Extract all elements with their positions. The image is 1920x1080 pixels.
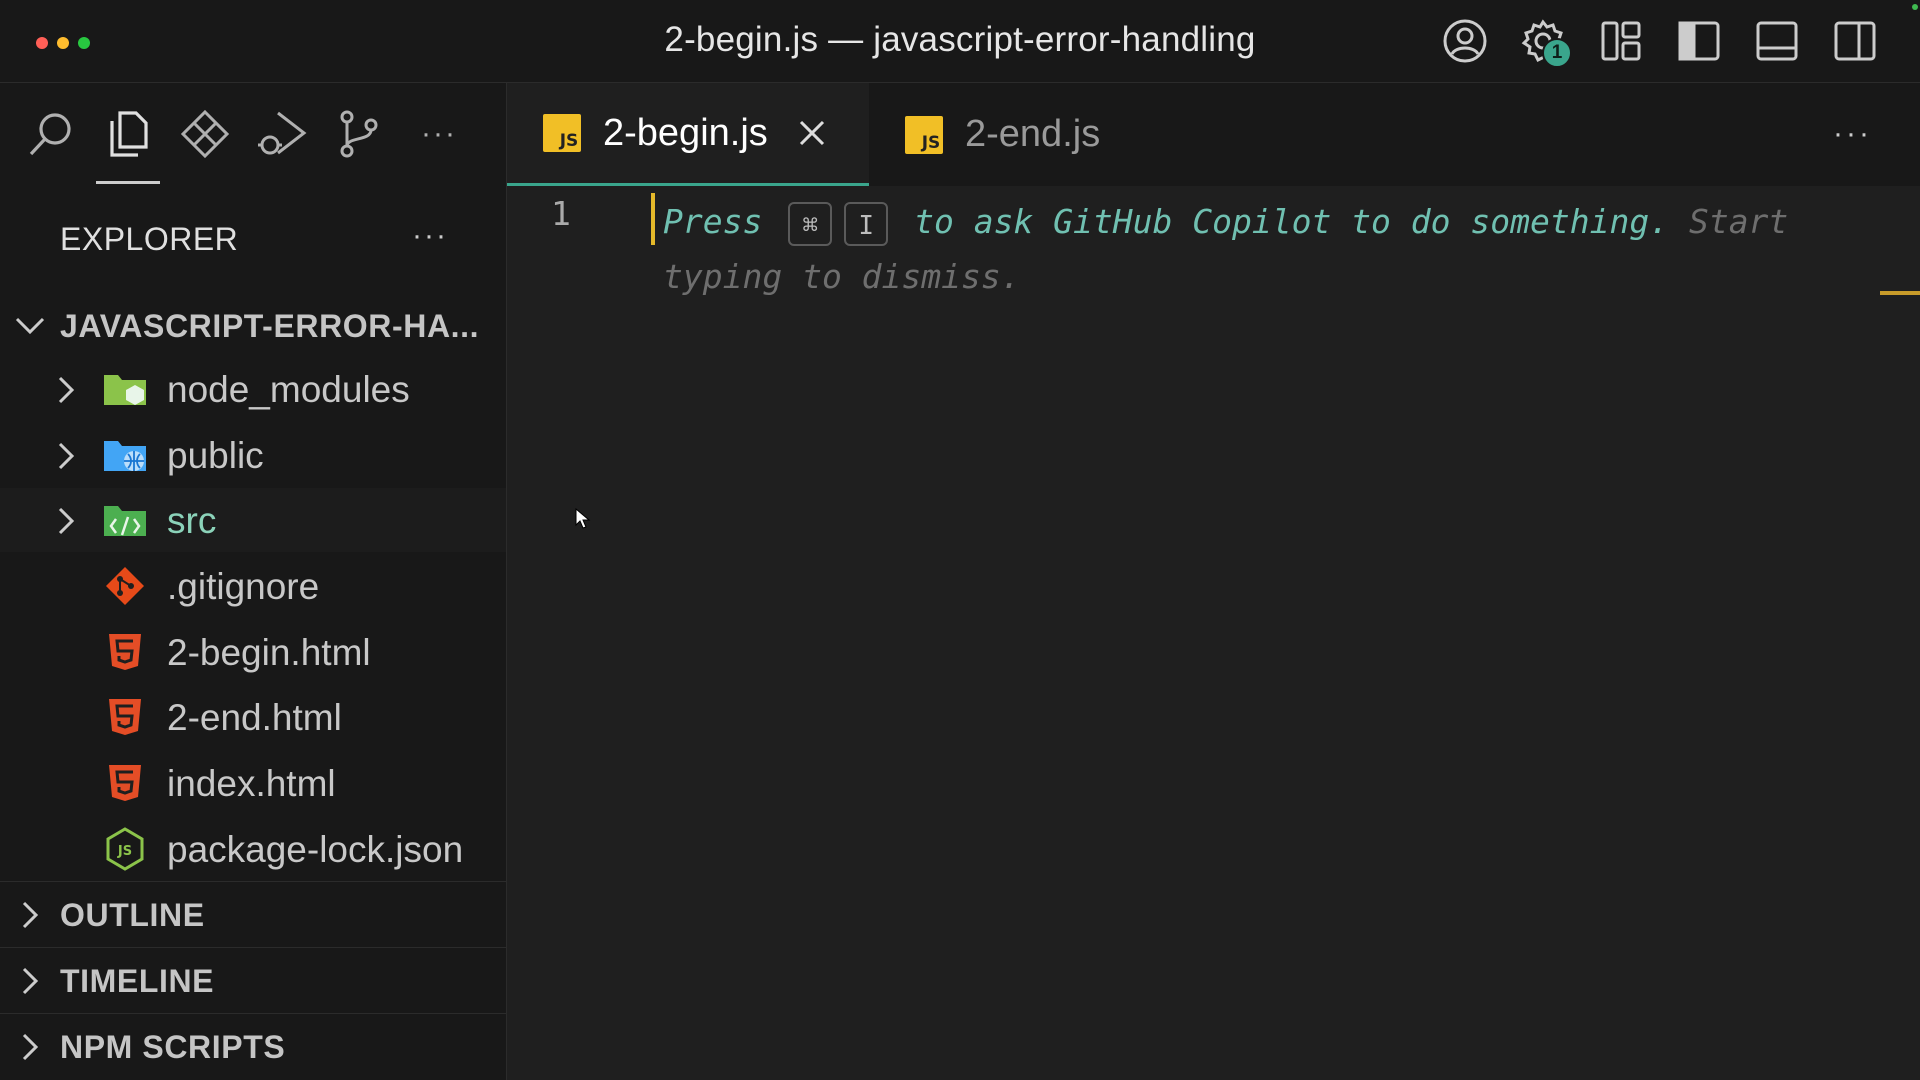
close-icon[interactable] bbox=[796, 117, 828, 149]
sidebar-right-icon bbox=[1834, 21, 1876, 61]
toggle-panel-button[interactable] bbox=[1752, 16, 1802, 66]
html-icon bbox=[109, 699, 141, 735]
chevron-right-icon bbox=[22, 901, 39, 929]
extensions-icon bbox=[180, 109, 230, 159]
tab-2-begin-js[interactable]: JS 2-begin.js bbox=[507, 83, 869, 186]
timeline-section-header[interactable]: TIMELINE bbox=[0, 949, 506, 1013]
toggle-primary-sidebar-button[interactable] bbox=[1674, 16, 1724, 66]
hint-press: Press bbox=[663, 202, 763, 241]
activity-explorer[interactable] bbox=[99, 105, 157, 163]
chevron-right-icon bbox=[58, 376, 75, 404]
source-control-icon bbox=[340, 110, 378, 158]
tree-item-2-end-html[interactable]: 2-end.html bbox=[0, 685, 506, 749]
tree-item-label: 2-end.html bbox=[167, 697, 342, 738]
i-key: I bbox=[844, 201, 889, 246]
activity-bar: ··· bbox=[0, 83, 506, 186]
tree-item-label: src bbox=[167, 500, 217, 541]
explorer-icon bbox=[110, 111, 148, 157]
text-cursor bbox=[651, 193, 655, 245]
node-folder-icon bbox=[104, 375, 146, 405]
active-view-indicator bbox=[96, 181, 160, 184]
tree-item-gitignore[interactable]: .gitignore bbox=[0, 554, 506, 618]
tree-item-index-html[interactable]: index.html bbox=[0, 751, 506, 815]
tab-2-end-js[interactable]: JS 2-end.js bbox=[869, 83, 1169, 186]
tree-item-public[interactable]: public bbox=[0, 423, 506, 487]
editor-group: JS 2-begin.js JS 2-end.js ··· 1 Press ⌘ I… bbox=[507, 83, 1920, 1080]
tree-item-src[interactable]: src bbox=[0, 488, 506, 552]
chevron-right-icon bbox=[58, 507, 75, 535]
npm-scripts-label: NPM SCRIPTS bbox=[60, 1028, 286, 1065]
chevron-right-icon bbox=[58, 442, 75, 470]
git-icon bbox=[106, 567, 144, 605]
svg-text:JS: JS bbox=[559, 131, 579, 151]
title-actions: 1 bbox=[1440, 16, 1880, 68]
html-icon bbox=[109, 634, 141, 670]
explorer-title: EXPLORER bbox=[60, 221, 239, 257]
tree-item-label: 2-begin.html bbox=[167, 632, 371, 673]
tree-item-package-lock-json[interactable]: JS package-lock.json bbox=[0, 817, 506, 881]
svg-text:JS: JS bbox=[117, 844, 132, 859]
activity-run-debug[interactable] bbox=[253, 105, 311, 163]
toggle-secondary-sidebar-button[interactable] bbox=[1830, 16, 1880, 66]
nodejs-icon: JS bbox=[106, 827, 144, 871]
outline-section-header[interactable]: OUTLINE bbox=[0, 883, 506, 947]
js-file-icon: JS bbox=[905, 115, 943, 154]
title-bar: 2-begin.js — javascript-error-handling 1 bbox=[0, 0, 1920, 83]
overview-ruler-marker bbox=[1880, 291, 1920, 295]
tree-item-label: node_modules bbox=[167, 369, 410, 410]
section-divider bbox=[0, 1013, 506, 1014]
chevron-right-icon bbox=[22, 1033, 39, 1061]
svg-text:JS: JS bbox=[921, 133, 941, 153]
npm-scripts-section-header[interactable]: NPM SCRIPTS bbox=[0, 1015, 506, 1079]
run-debug-icon bbox=[258, 111, 307, 155]
timeline-label: TIMELINE bbox=[60, 962, 215, 999]
hint-action: to ask GitHub Copilot to do something. bbox=[914, 202, 1670, 241]
command-key: ⌘ bbox=[788, 201, 833, 246]
section-divider bbox=[0, 881, 506, 882]
vscode-window: 2-begin.js — javascript-error-handling 1 bbox=[0, 0, 1920, 1080]
js-file-icon: JS bbox=[543, 114, 581, 152]
project-folder-header[interactable]: JAVASCRIPT-ERROR-HA... bbox=[0, 294, 506, 358]
tab-label: 2-begin.js bbox=[603, 111, 768, 154]
accounts-button[interactable] bbox=[1440, 16, 1490, 66]
chevron-right-icon bbox=[22, 967, 39, 995]
explorer-more-button[interactable]: ··· bbox=[412, 219, 448, 253]
line-number: 1 bbox=[551, 194, 571, 233]
chevron-down-icon bbox=[15, 317, 45, 335]
tabs-more-button[interactable]: ··· bbox=[1833, 117, 1872, 151]
tree-item-node-modules[interactable]: node_modules bbox=[0, 357, 506, 421]
activity-source-control[interactable] bbox=[330, 105, 388, 163]
tree-item-label: .gitignore bbox=[167, 566, 320, 607]
tree-item-2-begin-html[interactable]: 2-begin.html bbox=[0, 620, 506, 684]
layout-grid-icon bbox=[1601, 21, 1641, 61]
manage-button[interactable]: 1 bbox=[1518, 16, 1572, 68]
public-folder-icon bbox=[104, 441, 146, 471]
tab-label: 2-end.js bbox=[965, 113, 1101, 155]
outline-label: OUTLINE bbox=[60, 896, 205, 933]
status-dot bbox=[1912, 4, 1918, 10]
notification-badge: 1 bbox=[1542, 38, 1572, 68]
tree-item-label: public bbox=[167, 435, 264, 476]
tree-item-label: package-lock.json bbox=[167, 829, 464, 870]
mouse-pointer-icon bbox=[575, 508, 591, 529]
activity-search[interactable] bbox=[22, 105, 80, 163]
activity-extensions[interactable] bbox=[176, 105, 234, 163]
account-icon bbox=[1443, 19, 1487, 63]
section-divider bbox=[0, 947, 506, 948]
tree-item-label: index.html bbox=[167, 763, 336, 804]
customize-layout-button[interactable] bbox=[1596, 16, 1646, 66]
project-name: JAVASCRIPT-ERROR-HA... bbox=[60, 307, 480, 344]
tab-bar: JS 2-begin.js JS 2-end.js ··· bbox=[507, 83, 1920, 186]
code-editor[interactable]: 1 Press ⌘ I to ask GitHub Copilot to do s… bbox=[507, 186, 1920, 1080]
panel-bottom-icon bbox=[1756, 21, 1798, 61]
sidebar-left-icon bbox=[1678, 21, 1720, 61]
copilot-hint: Press ⌘ I to ask GitHub Copilot to do som… bbox=[663, 194, 1903, 304]
src-folder-icon bbox=[104, 506, 146, 536]
search-icon bbox=[29, 113, 71, 156]
primary-sidebar: ··· EXPLORER ··· JAVASCRIPT-ERROR-HA... … bbox=[0, 83, 507, 1080]
html-icon bbox=[109, 765, 141, 801]
activity-more-icon[interactable]: ··· bbox=[410, 105, 468, 163]
